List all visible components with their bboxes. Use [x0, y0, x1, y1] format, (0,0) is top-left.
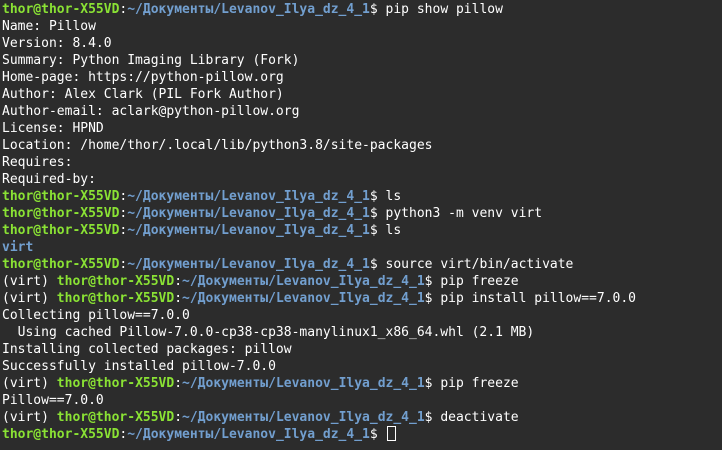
prompt-user-host: thor@thor-X55VD	[2, 189, 120, 204]
prompt-line: (virt) thor@thor-X55VD:~/Документы/Levan…	[2, 290, 722, 307]
prompt-symbol: $	[369, 223, 386, 238]
output-line: Author-email: aclark@python-pillow.org	[2, 103, 722, 120]
output-text: License: HPND	[2, 121, 104, 136]
command-text: pip freeze	[440, 274, 519, 289]
directory-listing-line: virt	[2, 239, 722, 256]
prompt-symbol: $	[369, 2, 386, 17]
prompt-path: ~/Документы/Levanov_Ilya_dz_4_1	[127, 206, 370, 221]
prompt-colon: :	[174, 410, 183, 425]
output-text: Home-page: https://python-pillow.org	[2, 70, 284, 85]
directory-name: virt	[2, 240, 34, 255]
output-line: Home-page: https://python-pillow.org	[2, 69, 722, 86]
output-line: Author: Alex Clark (PIL Fork Author)	[2, 86, 722, 103]
venv-prefix: (virt)	[2, 274, 57, 289]
prompt-line: thor@thor-X55VD:~/Документы/Levanov_Ilya…	[2, 205, 722, 222]
prompt-path: ~/Документы/Levanov_Ilya_dz_4_1	[182, 291, 425, 306]
output-text: Author-email: aclark@python-pillow.org	[2, 104, 300, 119]
output-text: Author: Alex Clark (PIL Fork Author)	[2, 87, 284, 102]
prompt-line: (virt) thor@thor-X55VD:~/Документы/Levan…	[2, 375, 722, 392]
prompt-path: ~/Документы/Levanov_Ilya_dz_4_1	[182, 410, 425, 425]
prompt-line: thor@thor-X55VD:~/Документы/Levanov_Ilya…	[2, 222, 722, 239]
output-text: Requires:	[2, 155, 73, 170]
prompt-user-host: thor@thor-X55VD	[2, 427, 120, 442]
output-text: Installing collected packages: pillow	[2, 342, 292, 357]
command-text: deactivate	[440, 410, 519, 425]
prompt-line: (virt) thor@thor-X55VD:~/Документы/Levan…	[2, 409, 722, 426]
output-line: Collecting pillow==7.0.0	[2, 307, 722, 324]
prompt-path: ~/Документы/Levanov_Ilya_dz_4_1	[127, 2, 370, 17]
venv-prefix: (virt)	[2, 291, 57, 306]
output-line: Summary: Python Imaging Library (Fork)	[2, 52, 722, 69]
output-line: Version: 8.4.0	[2, 35, 722, 52]
command-text: pip freeze	[440, 376, 519, 391]
output-text: Summary: Python Imaging Library (Fork)	[2, 53, 300, 68]
output-text: Pillow==7.0.0	[2, 393, 104, 408]
output-text: Name: Pillow	[2, 19, 96, 34]
venv-prefix: (virt)	[2, 410, 57, 425]
text-cursor[interactable]	[386, 426, 396, 441]
prompt-user-host: thor@thor-X55VD	[56, 376, 175, 391]
output-line: Using cached Pillow-7.0.0-cp38-cp38-many…	[2, 324, 722, 341]
prompt-line: thor@thor-X55VD:~/Документы/Levanov_Ilya…	[2, 426, 722, 443]
prompt-line: thor@thor-X55VD:~/Документы/Levanov_Ilya…	[2, 188, 722, 205]
output-line: Pillow==7.0.0	[2, 392, 722, 409]
prompt-symbol: $	[424, 410, 441, 425]
command-text: pip show pillow	[385, 2, 503, 17]
prompt-symbol: $	[424, 291, 441, 306]
prompt-user-host: thor@thor-X55VD	[56, 410, 175, 425]
prompt-line: thor@thor-X55VD:~/Документы/Levanov_Ilya…	[2, 256, 722, 273]
prompt-user-host: thor@thor-X55VD	[2, 257, 120, 272]
prompt-user-host: thor@thor-X55VD	[2, 2, 120, 17]
prompt-colon: :	[174, 376, 183, 391]
output-text: Using cached Pillow-7.0.0-cp38-cp38-many…	[2, 325, 535, 340]
command-text: python3 -m venv virt	[385, 206, 543, 221]
output-text: Required-by:	[2, 172, 96, 187]
prompt-user-host: thor@thor-X55VD	[2, 206, 120, 221]
command-text: ls	[385, 223, 402, 238]
prompt-line: (virt) thor@thor-X55VD:~/Документы/Levan…	[2, 273, 722, 290]
prompt-symbol: $	[369, 189, 386, 204]
output-line: Installing collected packages: pillow	[2, 341, 722, 358]
command-text: ls	[385, 189, 402, 204]
prompt-colon: :	[174, 291, 183, 306]
prompt-path: ~/Документы/Levanov_Ilya_dz_4_1	[182, 274, 425, 289]
prompt-user-host: thor@thor-X55VD	[56, 274, 175, 289]
output-line: Location: /home/thor/.local/lib/python3.…	[2, 137, 722, 154]
prompt-symbol: $	[369, 206, 386, 221]
prompt-line: thor@thor-X55VD:~/Документы/Levanov_Ilya…	[2, 1, 722, 18]
output-line: Successfully installed pillow-7.0.0	[2, 358, 722, 375]
output-line: License: HPND	[2, 120, 722, 137]
prompt-path: ~/Документы/Levanov_Ilya_dz_4_1	[127, 257, 370, 272]
venv-prefix: (virt)	[2, 376, 57, 391]
prompt-symbol: $	[424, 376, 441, 391]
prompt-colon: :	[174, 274, 183, 289]
command-text: pip install pillow==7.0.0	[440, 291, 636, 306]
prompt-user-host: thor@thor-X55VD	[2, 223, 120, 238]
prompt-path: ~/Документы/Levanov_Ilya_dz_4_1	[182, 376, 425, 391]
prompt-symbol: $	[369, 257, 386, 272]
output-text: Location: /home/thor/.local/lib/python3.…	[2, 138, 433, 153]
output-line: Required-by:	[2, 171, 722, 188]
output-line: Name: Pillow	[2, 18, 722, 35]
output-text: Collecting pillow==7.0.0	[2, 308, 190, 323]
prompt-path: ~/Документы/Levanov_Ilya_dz_4_1	[127, 189, 370, 204]
prompt-path: ~/Документы/Levanov_Ilya_dz_4_1	[127, 223, 370, 238]
output-text: Version: 8.4.0	[2, 36, 112, 51]
terminal-window[interactable]: thor@thor-X55VD:~/Документы/Levanov_Ilya…	[0, 0, 722, 450]
command-text: source virt/bin/activate	[385, 257, 574, 272]
prompt-symbol: $	[424, 274, 441, 289]
prompt-path: ~/Документы/Levanov_Ilya_dz_4_1	[127, 427, 370, 442]
prompt-user-host: thor@thor-X55VD	[56, 291, 175, 306]
output-line: Requires:	[2, 154, 722, 171]
prompt-symbol: $	[369, 427, 386, 442]
output-text: Successfully installed pillow-7.0.0	[2, 359, 276, 374]
